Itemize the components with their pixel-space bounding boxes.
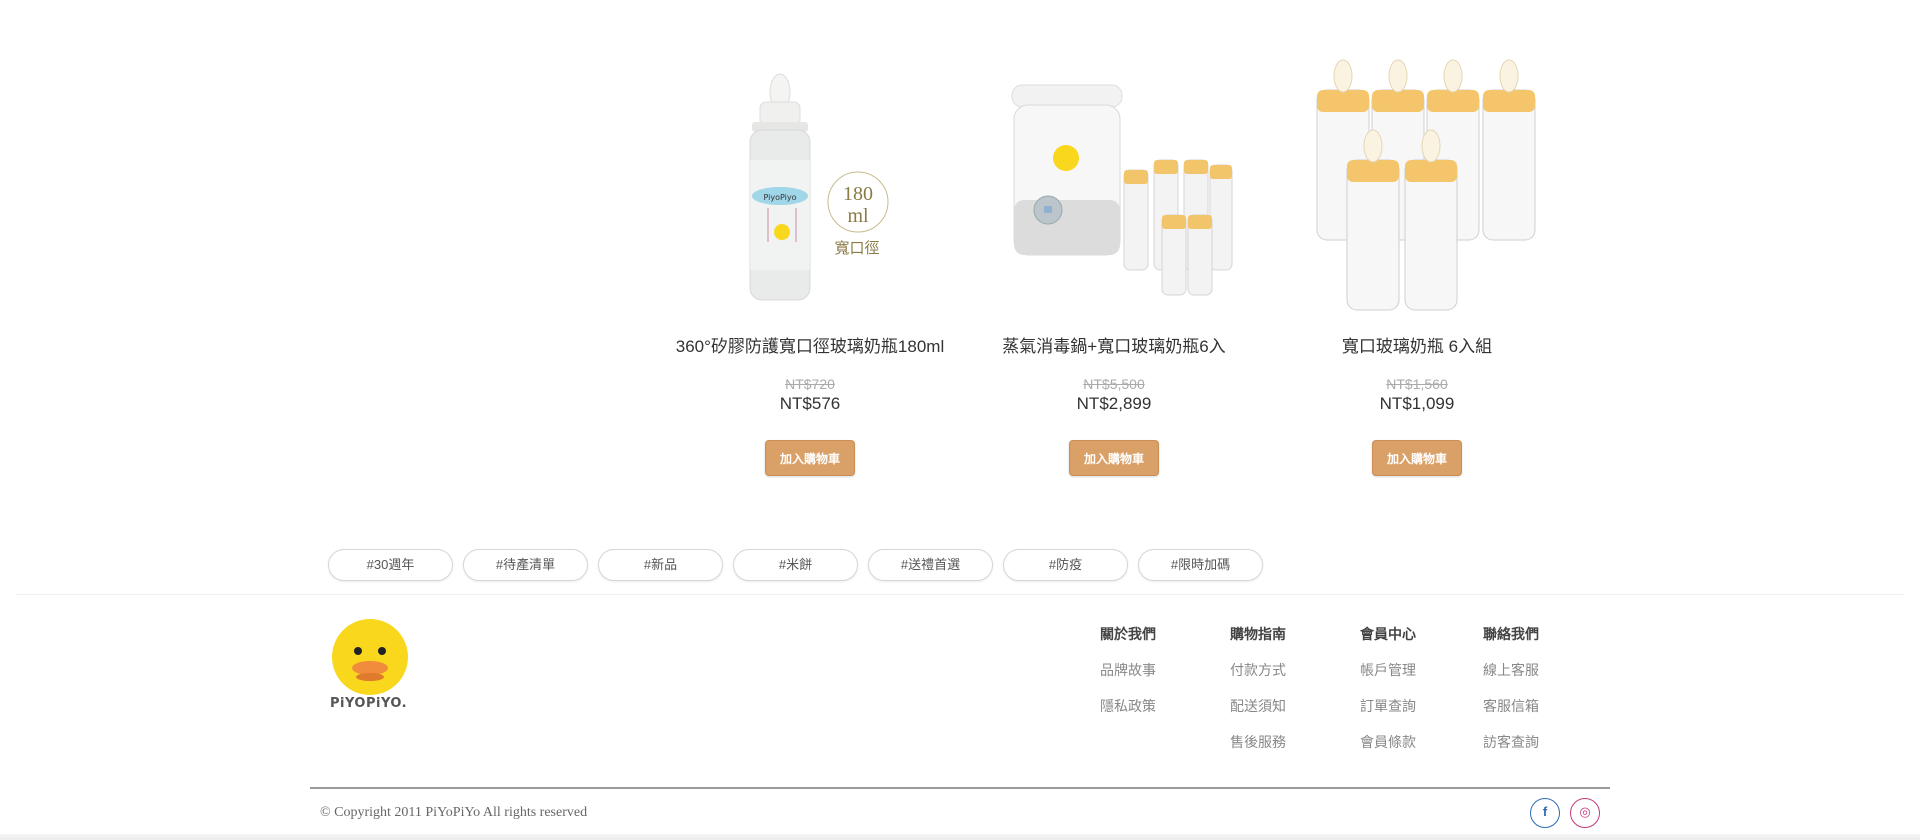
footer-link[interactable]: 線上客服	[1483, 660, 1539, 680]
tag-chip[interactable]: #待產清單	[463, 549, 588, 581]
svg-text:寬口徑: 寬口徑	[834, 239, 879, 257]
brand-logo-text: PiYOPiYO.	[330, 696, 408, 711]
product-card[interactable]: 蒸氣消毒鍋+寬口玻璃奶瓶6入 NT$5,500 NT$2,899 加入購物車	[964, 50, 1264, 476]
add-to-cart-button[interactable]: 加入購物車	[1372, 440, 1462, 476]
footer-column-title: 購物指南	[1230, 626, 1286, 642]
copyright-text: © Copyright 2011 PiYoPiYo All rights res…	[320, 805, 588, 820]
footer-link[interactable]: 會員條款	[1360, 732, 1416, 752]
footer-column-about: 關於我們 品牌故事 隱私政策	[1100, 624, 1156, 716]
footer-column-member: 會員中心 帳戶管理 訂單查詢 會員條款	[1360, 624, 1416, 752]
product-card[interactable]: PiyoPiyo 180 ml 寬口徑 360°矽膠防護寬口徑玻璃奶瓶180ml…	[660, 50, 960, 476]
sale-price: NT$1,099	[1379, 394, 1455, 413]
original-price: NT$720	[785, 376, 835, 392]
tag-chip[interactable]: #送禮首選	[868, 549, 993, 581]
facebook-icon[interactable]: f	[1530, 798, 1560, 828]
page-bottom-edge	[0, 834, 1920, 840]
footer-link[interactable]: 付款方式	[1230, 660, 1286, 680]
footer-link[interactable]: 訪客查詢	[1483, 732, 1539, 752]
instagram-icon[interactable]: ◎	[1570, 798, 1600, 828]
product-image[interactable]	[1287, 50, 1547, 318]
footer-link[interactable]: 訂單查詢	[1360, 696, 1416, 716]
footer-column-title: 聯絡我們	[1483, 626, 1539, 642]
copyright-divider	[310, 787, 1610, 789]
footer-link[interactable]: 售後服務	[1230, 732, 1286, 752]
product-image[interactable]	[984, 50, 1244, 318]
footer-column-title: 關於我們	[1100, 626, 1156, 642]
add-to-cart-button[interactable]: 加入購物車	[765, 440, 855, 476]
footer-link[interactable]: 客服信箱	[1483, 696, 1539, 716]
sale-price: NT$576	[779, 394, 841, 413]
product-card[interactable]: 寬口玻璃奶瓶 6入組 NT$1,560 NT$1,099 加入購物車	[1267, 50, 1567, 476]
footer-column-shopping-guide: 購物指南 付款方式 配送須知 售後服務	[1230, 624, 1286, 752]
tag-chip[interactable]: #限時加碼	[1138, 549, 1263, 581]
product-image[interactable]: PiyoPiyo 180 ml 寬口徑	[680, 50, 940, 318]
add-to-cart-button[interactable]: 加入購物車	[1069, 440, 1159, 476]
tag-list: #30週年 #待產清單 #新品 #米餅 #送禮首選 #防疫 #限時加碼	[328, 549, 1263, 581]
svg-text:ml: ml	[847, 205, 869, 227]
original-price: NT$5,500	[1083, 376, 1145, 392]
tag-chip[interactable]: #米餅	[733, 549, 858, 581]
tag-chip[interactable]: #30週年	[328, 549, 453, 581]
footer-link[interactable]: 帳戶管理	[1360, 660, 1416, 680]
footer-link[interactable]: 品牌故事	[1100, 660, 1156, 680]
product-name[interactable]: 蒸氣消毒鍋+寬口玻璃奶瓶6入	[964, 332, 1264, 357]
footer-link[interactable]: 隱私政策	[1100, 696, 1156, 716]
sale-price: NT$2,899	[1076, 394, 1152, 413]
footer-divider	[15, 594, 1905, 595]
tag-chip[interactable]: #防疫	[1003, 549, 1128, 581]
product-grid: PiyoPiyo 180 ml 寬口徑 360°矽膠防護寬口徑玻璃奶瓶180ml…	[0, 0, 1920, 520]
footer-column-contact: 聯絡我們 線上客服 客服信箱 訪客查詢	[1483, 624, 1539, 752]
original-price: NT$1,560	[1386, 376, 1448, 392]
footer-column-title: 會員中心	[1360, 626, 1416, 642]
product-name[interactable]: 寬口玻璃奶瓶 6入組	[1267, 332, 1567, 357]
tag-chip[interactable]: #新品	[598, 549, 723, 581]
footer-link[interactable]: 配送須知	[1230, 696, 1286, 716]
product-name[interactable]: 360°矽膠防護寬口徑玻璃奶瓶180ml	[660, 332, 960, 357]
svg-text:180: 180	[843, 183, 873, 205]
svg-text:PiyoPiyo: PiyoPiyo	[764, 193, 797, 202]
